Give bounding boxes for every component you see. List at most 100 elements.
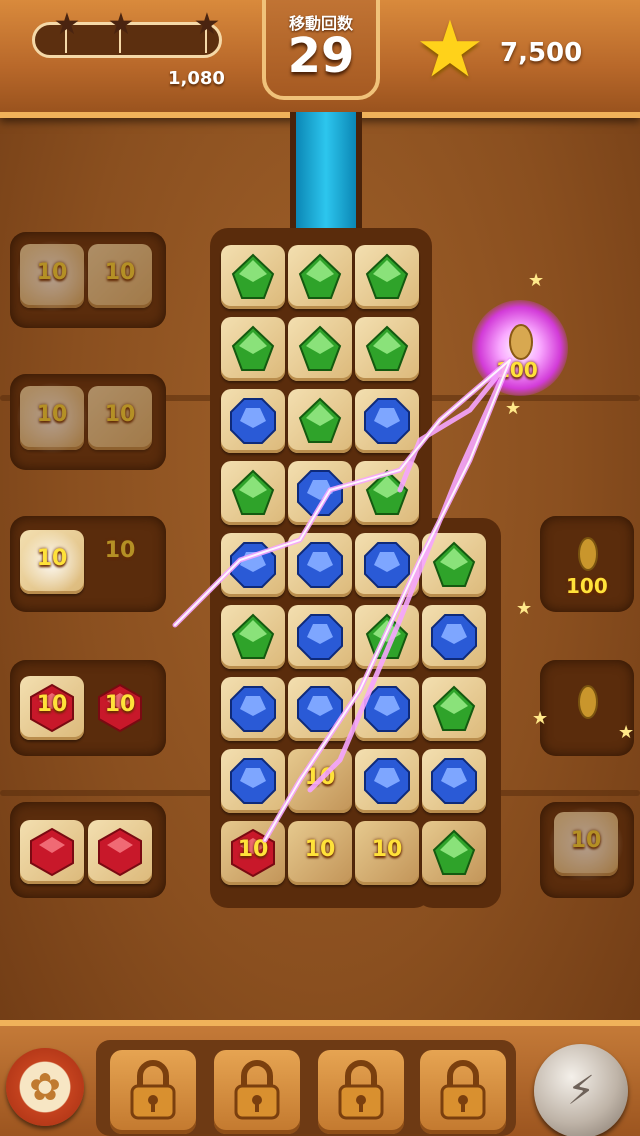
coin-value: 10 [104,402,136,427]
blue-gem-icon [230,398,276,444]
gem-tile[interactable]: 10 [20,676,84,740]
progress-star-icon: ★ [193,7,221,42]
sparkle-icon: ★ [528,270,545,291]
moves-value: 29 [287,28,355,84]
coin-tile[interactable]: 10 [16,240,88,312]
coin-value: 10 [104,260,136,285]
coin-tile[interactable] [554,676,618,740]
gem-tile[interactable] [355,389,419,453]
gem-tile[interactable] [221,245,285,309]
coin-value: 10 [570,828,602,853]
locked-booster-slot[interactable] [318,1050,404,1134]
gem-tile[interactable] [288,389,352,453]
lock-icon [440,1060,486,1120]
coin-tile[interactable]: 10 [20,530,84,594]
coin-tile[interactable]: 100 [554,530,618,598]
gem-tile[interactable] [355,605,419,669]
gem-tile[interactable] [221,749,285,813]
green-gem-icon [432,829,476,875]
gem-tile[interactable] [422,533,486,597]
locked-booster-slot[interactable] [214,1050,300,1134]
green-gem-icon [432,541,476,587]
gem-tile[interactable] [355,677,419,741]
gem-tile[interactable] [422,749,486,813]
water-shaft [290,112,362,237]
coin-tile[interactable]: 10 [88,386,152,450]
coin-tile[interactable]: 10 [548,806,624,882]
green-gem-icon [365,253,409,299]
lock-icon [338,1060,384,1120]
coin-tile[interactable]: 10 [288,821,352,885]
coin-value: 10 [104,692,136,717]
total-score: 7,500 [500,38,583,68]
coin-value: 10 [304,837,336,862]
coin-tile[interactable]: 10 [88,530,152,594]
gem-tile[interactable]: 10 [88,676,152,740]
gem-tile[interactable] [20,820,84,884]
gem-tile[interactable] [221,389,285,453]
footer-bar: ✿ ⚡ [0,1020,640,1136]
gem-tile[interactable] [288,317,352,381]
gem-tile[interactable] [221,533,285,597]
blue-gem-icon [297,614,343,660]
coin-value: 100 [566,574,608,598]
blue-gem-icon [230,686,276,732]
gem-tile[interactable] [355,245,419,309]
locked-booster-slot[interactable] [420,1050,506,1134]
gem-tile[interactable] [422,605,486,669]
gem-tile[interactable] [288,677,352,741]
gem-tile[interactable]: 10 [221,821,285,885]
settings-button[interactable]: ✿ [6,1048,84,1126]
blue-gem-icon [364,542,410,588]
green-gem-icon [231,253,275,299]
header-bar: ★ ★ ★ 1,080 移動回数 29 ★ 7,500 [0,0,640,118]
coin-value: 10 [104,538,136,563]
coin-value: 10 [371,837,403,862]
gem-tile[interactable] [288,533,352,597]
green-gem-icon [298,325,342,371]
gem-tile[interactable] [88,820,152,884]
progress-star-icon: ★ [53,7,81,42]
gem-tile[interactable] [288,245,352,309]
green-gem-icon [231,613,275,659]
bomb-booster-button[interactable]: ⚡ [534,1044,628,1136]
lock-icon [130,1060,176,1120]
coin-value: 100 [496,358,538,382]
green-gem-icon [365,469,409,515]
green-gem-icon [231,469,275,515]
coin-value: 10 [36,692,68,717]
gem-tile[interactable] [221,461,285,525]
gem-tile[interactable] [355,533,419,597]
coin-value: 10 [237,837,269,862]
gem-tile[interactable] [422,677,486,741]
blue-gem-icon [431,614,477,660]
gem-tile[interactable] [221,677,285,741]
coin-tile[interactable]: 10 [88,244,152,308]
coin-tile[interactable]: 10 [16,382,88,454]
green-gem-icon [432,685,476,731]
gem-tile[interactable] [221,605,285,669]
coin-icon [578,685,598,719]
blue-gem-icon [297,686,343,732]
sparkle-icon: ★ [532,708,549,729]
progress-star-icon: ★ [107,7,135,42]
gem-tile[interactable] [355,749,419,813]
gem-tile[interactable] [422,821,486,885]
gem-tile[interactable] [221,317,285,381]
gear-icon: ✿ [29,1065,61,1109]
gem-tile[interactable] [288,461,352,525]
green-gem-icon [365,613,409,659]
blue-gem-icon [230,758,276,804]
coin-tile[interactable]: 10 [288,749,352,813]
blue-gem-icon [297,470,343,516]
gem-tile[interactable] [355,461,419,525]
coin-value: 10 [36,260,68,285]
locked-booster-slot[interactable] [110,1050,196,1134]
game-screen: ★ ★ ★ 1,080 移動回数 29 ★ 7,500 10 10 10 10 [0,0,640,1136]
score-progress-bar: ★ ★ ★ [32,10,222,58]
sparkle-icon: ★ [505,398,522,419]
coin-tile[interactable]: 10 [355,821,419,885]
gem-tile[interactable] [288,605,352,669]
gem-tile[interactable] [355,317,419,381]
blue-gem-icon [364,398,410,444]
